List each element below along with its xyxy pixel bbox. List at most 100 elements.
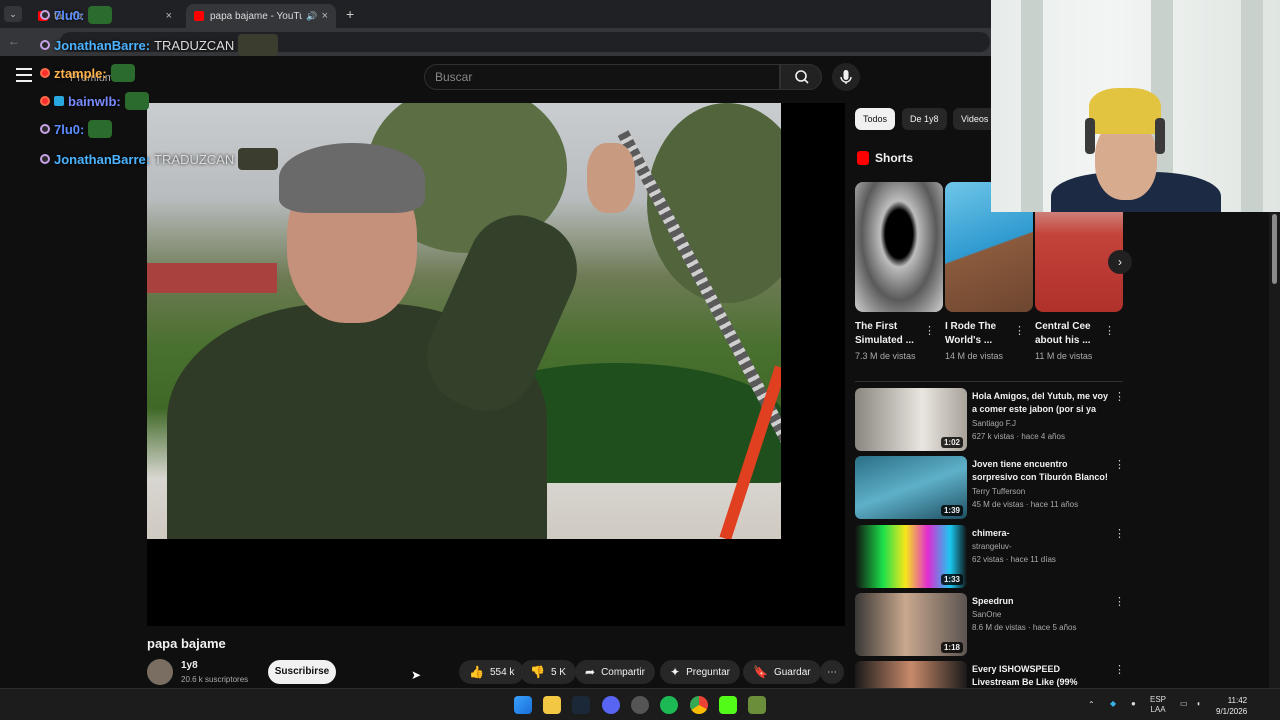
video-title[interactable]: Speedrun	[972, 595, 1110, 608]
new-tab-button[interactable]: +	[346, 6, 354, 22]
chat-username: 7lu0:	[54, 121, 85, 137]
chip-from-channel[interactable]: De 1y8	[902, 108, 947, 130]
chat-text: TRADUZCAN	[154, 151, 235, 167]
more-options-icon[interactable]: ⋮	[1014, 324, 1025, 337]
recommended-video[interactable]: Every ISHOWSPEED Livestream Be Like (99%…	[855, 661, 1125, 688]
chrome-icon[interactable]	[690, 696, 708, 714]
chat-username: ztample:	[54, 65, 107, 81]
more-dots-icon: ⋯	[827, 666, 837, 678]
video-thumbnail[interactable]: 1:02	[855, 388, 967, 451]
video-thumbnail[interactable]	[855, 661, 967, 688]
video-thumbnail[interactable]: 1:18	[855, 593, 967, 656]
video-title[interactable]: Hola Amigos, del Yutub, me voy a comer e…	[972, 390, 1110, 416]
channel-name[interactable]: Santiago F.J	[972, 419, 1016, 428]
save-label: Guardar	[773, 666, 811, 678]
like-button[interactable]: 👍 554 k	[459, 660, 525, 684]
shorts-logo-icon	[857, 151, 869, 165]
recommended-video[interactable]: 1:18 Speedrun SanOne 8.6 M de vistas · h…	[855, 593, 1125, 657]
scrollbar-thumb[interactable]	[1272, 214, 1277, 284]
video-title[interactable]: chimera-	[972, 527, 1110, 540]
microphone-tray-icon[interactable]: ●	[1131, 699, 1136, 709]
video-thumbnail[interactable]: 1:39	[855, 456, 967, 519]
recommended-video[interactable]: 1:02 Hola Amigos, del Yutub, me voy a co…	[855, 388, 1125, 452]
subscriber-badge-icon	[40, 96, 50, 106]
clock[interactable]: 11:42 9/1/2026	[1216, 695, 1247, 717]
tab-close-icon[interactable]: ×	[166, 10, 172, 22]
more-options-icon[interactable]: ⋮	[1114, 527, 1125, 540]
save-button[interactable]: 🔖 Guardar	[743, 660, 821, 684]
chat-username: JonathanBarre:	[54, 37, 151, 53]
chat-message: 7lu0:	[40, 120, 113, 138]
video-duration: 1:02	[940, 437, 963, 448]
short-thumbnail[interactable]	[855, 182, 943, 312]
steam-icon[interactable]	[572, 696, 590, 714]
channel-name[interactable]: 1y8	[181, 660, 198, 671]
tab-close-icon[interactable]: ×	[322, 10, 328, 22]
channel-name[interactable]: strangeluv-	[972, 542, 1012, 551]
more-options-icon[interactable]: ⋮	[1114, 663, 1125, 676]
video-player[interactable]	[147, 103, 845, 626]
minecraft-icon[interactable]	[748, 696, 766, 714]
subscriber-count: 20.6 k suscriptores	[181, 675, 249, 684]
video-title: papa bajame	[147, 636, 226, 651]
chip-all[interactable]: Todos	[855, 108, 896, 130]
voice-search-button[interactable]	[832, 63, 860, 91]
channel-avatar[interactable]	[147, 659, 173, 685]
short-title[interactable]: The First Simulated ...	[855, 320, 931, 348]
more-options-icon[interactable]: ⋮	[1114, 595, 1125, 608]
search-button[interactable]	[780, 64, 822, 90]
share-button[interactable]: ➦ Compartir	[575, 660, 655, 684]
search-icon	[795, 70, 809, 84]
subscriber-badge-icon	[40, 68, 50, 78]
menu-icon[interactable]	[16, 68, 32, 82]
keyboard-layout: LAA	[1150, 705, 1166, 714]
windows-start-icon[interactable]	[514, 696, 532, 714]
video-duration: 1:33	[940, 574, 963, 585]
search-input[interactable]: Buscar	[424, 64, 780, 90]
volume-icon[interactable]: ◖	[1196, 699, 1201, 709]
short-title[interactable]: Central Cee about his ...	[1035, 320, 1111, 348]
short-card[interactable]: The First Simulated ... 7.3 M de vistas …	[855, 182, 943, 361]
obs-icon[interactable]	[631, 696, 649, 714]
share-label: Compartir	[601, 666, 645, 678]
shorts-next-arrow-icon[interactable]: ›	[1108, 250, 1132, 274]
back-arrow-icon[interactable]: ←	[8, 34, 20, 48]
scrollbar[interactable]	[1269, 212, 1280, 688]
shorts-title: Shorts	[875, 151, 914, 165]
recommended-video[interactable]: 1:39 Joven tiene encuentro sorpresivo co…	[855, 456, 1125, 520]
video-title[interactable]: Joven tiene encuentro sorpresivo con Tib…	[972, 458, 1110, 484]
browser-tab-2[interactable]: papa bajame - YouTube 🔊 ×	[186, 4, 336, 28]
more-options-icon[interactable]: ⋮	[1114, 390, 1125, 403]
more-actions-button[interactable]: ⋯	[820, 660, 844, 684]
pepe-emote-icon	[110, 64, 135, 82]
discord-icon[interactable]	[602, 696, 620, 714]
kick-icon[interactable]	[719, 696, 737, 714]
video-thumbnail[interactable]: 1:33	[855, 525, 967, 588]
subscribe-button[interactable]: Suscribirse	[268, 660, 336, 684]
webcam-overlay	[991, 0, 1280, 212]
subscriber-badge-icon	[40, 124, 50, 134]
more-options-icon[interactable]: ⋮	[1114, 458, 1125, 471]
tab-search-dropdown-icon[interactable]: ⌄	[4, 6, 22, 22]
tray-overflow-icon[interactable]: ⌃	[1088, 700, 1095, 710]
ask-button[interactable]: ✦ Preguntar	[660, 660, 740, 684]
recommended-video[interactable]: 1:33 chimera- strangeluv- 62 vistas · ha…	[855, 525, 1125, 589]
language-indicator[interactable]: ESP LAA	[1150, 695, 1166, 715]
chat-message: 7lu0:	[40, 6, 113, 24]
network-icon[interactable]: ▭	[1180, 699, 1188, 709]
more-options-icon[interactable]: ⋮	[924, 324, 935, 337]
file-explorer-icon[interactable]	[543, 696, 561, 714]
spotify-icon[interactable]	[660, 696, 678, 714]
pepe-emote-icon	[124, 92, 149, 110]
video-title[interactable]: Every ISHOWSPEED Livestream Be Like (99%…	[972, 663, 1110, 688]
channel-name[interactable]: Terry Tufferson	[972, 487, 1025, 496]
dislike-button[interactable]: 👎 5 K	[520, 660, 576, 684]
video-duration: 1:18	[940, 642, 963, 653]
channel-name[interactable]: SanOne	[972, 610, 1001, 619]
speaker-icon[interactable]: 🔊	[306, 11, 317, 22]
shield-icon[interactable]: ◆	[1110, 699, 1116, 709]
sparkle-icon: ✦	[670, 665, 681, 679]
short-title[interactable]: I Rode The World's ...	[945, 320, 1021, 348]
chip-videos[interactable]: Videos	[953, 108, 997, 130]
more-options-icon[interactable]: ⋮	[1104, 324, 1115, 337]
